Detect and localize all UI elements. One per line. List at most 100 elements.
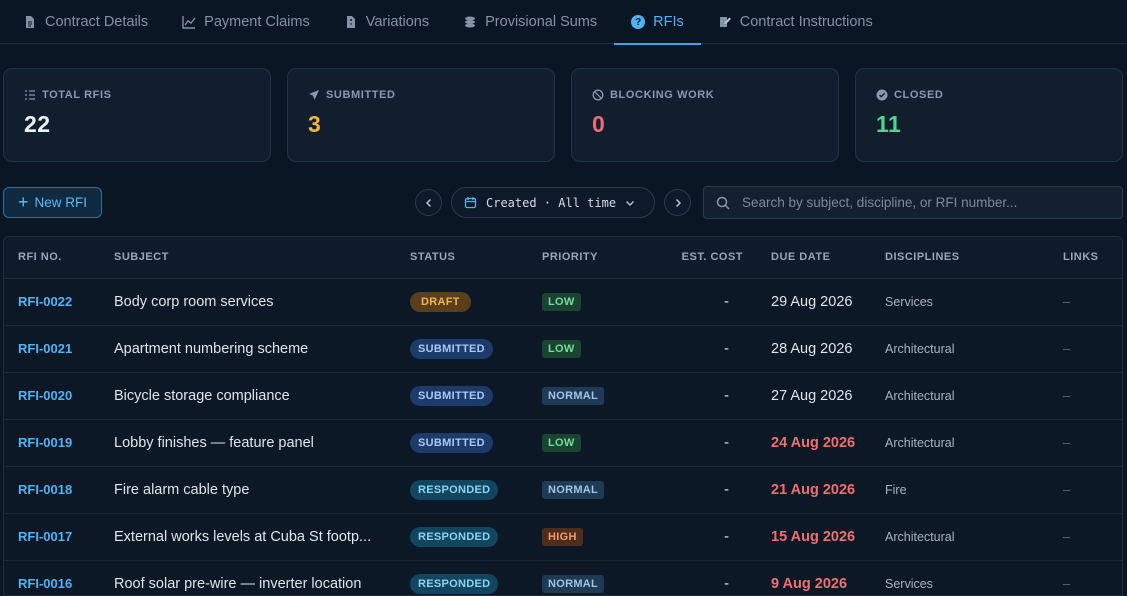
tab-variations[interactable]: Variations — [327, 0, 446, 44]
links-cell: – — [1063, 529, 1071, 544]
search-input[interactable] — [742, 195, 1102, 210]
subject-cell: Bicycle storage compliance — [114, 387, 290, 404]
send-icon — [309, 90, 319, 100]
est-cost-cell: - — [724, 387, 729, 404]
rfi-number-cell: RFI-0016 — [4, 560, 114, 595]
due-date-cell: 24 Aug 2026 — [771, 434, 856, 451]
calendar-icon — [464, 197, 477, 209]
rfi-number-link[interactable]: RFI-0020 — [18, 388, 72, 403]
table-row[interactable]: RFI-0020 Bicycle storage compliance SUBMIT… — [4, 372, 1122, 419]
stat-value: 3 — [308, 111, 322, 137]
table-row[interactable]: RFI-0021 Apartment numbering scheme SUBMIT… — [4, 325, 1122, 372]
tab-label: Contract Details — [45, 14, 149, 30]
priority-cell: LOW — [542, 419, 663, 466]
table-row[interactable]: RFI-0019 Lobby finishes — feature panel SU… — [4, 419, 1122, 466]
status-cell: RESPONDED — [410, 513, 542, 560]
est-cost-cell: - — [724, 575, 729, 592]
priority-cell: NORMAL — [542, 560, 663, 595]
links-cell: – — [1063, 294, 1071, 309]
est-cost-cell: - — [724, 340, 729, 357]
subject-cell: Body corp room services — [114, 293, 274, 310]
rfi-number-cell: RFI-0020 — [4, 372, 114, 419]
links-cell: – — [1063, 576, 1071, 591]
date-filter-label: Created · All time — [486, 195, 617, 210]
file-diff-icon — [346, 16, 355, 28]
stat-card-total-rfis: TOTAL RFIS 22 — [3, 68, 271, 162]
priority-badge: NORMAL — [542, 386, 605, 405]
rfi-number-link[interactable]: RFI-0021 — [18, 341, 72, 356]
search-box — [703, 186, 1123, 219]
priority-badge: LOW — [542, 292, 581, 311]
column-header-due-date[interactable]: DUE DATE — [753, 237, 885, 279]
column-header-subject[interactable]: SUBJECT — [114, 237, 410, 279]
table-row[interactable]: RFI-0022 Body corp room services DRAFT LOW -… — [4, 278, 1122, 325]
rfi-number-link[interactable]: RFI-0019 — [18, 435, 72, 450]
new-rfi-button[interactable]: + New RFI — [3, 187, 102, 218]
column-header-disciplines[interactable]: DISCIPLINES — [885, 237, 1063, 279]
next-period-button[interactable] — [664, 189, 691, 216]
est-cost-cell: - — [724, 481, 729, 498]
document-icon — [26, 16, 34, 28]
priority-cell: NORMAL — [542, 372, 663, 419]
subject-cell: External works levels at Cuba St footp..… — [114, 528, 372, 545]
subject-cell: Fire alarm cable type — [114, 481, 250, 498]
column-header-status[interactable]: STATUS — [410, 237, 542, 279]
table-row[interactable]: RFI-0017 External works levels at Cuba St… — [4, 513, 1122, 560]
status-badge: RESPONDED — [410, 479, 499, 500]
links-cell: – — [1063, 388, 1071, 403]
priority-badge: LOW — [542, 339, 581, 358]
stat-label: BLOCKING WORK — [610, 89, 715, 101]
edit-document-icon — [719, 17, 731, 27]
tab-contract-details[interactable]: Contract Details — [6, 0, 165, 44]
chevron-down-icon — [626, 200, 635, 206]
rfi-number-cell: RFI-0017 — [4, 513, 114, 560]
priority-cell: HIGH — [542, 513, 663, 560]
stat-value: 22 — [24, 111, 51, 137]
rfi-number-cell: RFI-0018 — [4, 466, 114, 513]
search-icon — [716, 196, 730, 210]
status-badge: SUBMITTED — [410, 385, 493, 406]
column-header-links[interactable]: LINKS — [1063, 237, 1122, 279]
chevron-left-icon — [425, 198, 431, 207]
rfi-number-link[interactable]: RFI-0017 — [18, 529, 72, 544]
check-circle-icon — [876, 89, 888, 101]
status-cell: RESPONDED — [410, 466, 542, 513]
column-header-rfi-no[interactable]: RFI NO. — [4, 237, 114, 279]
tab-payment-claims[interactable]: Payment Claims — [165, 0, 327, 44]
rfi-number-cell: RFI-0019 — [4, 419, 114, 466]
chevron-right-icon — [675, 198, 681, 207]
tab-rfis[interactable]: ? RFIs — [614, 0, 701, 45]
est-cost-cell: - — [724, 293, 729, 310]
prev-period-button[interactable] — [415, 189, 442, 216]
table-row[interactable]: RFI-0016 Roof solar pre-wire — inverter l… — [4, 560, 1122, 595]
discipline-cell: Fire — [885, 482, 907, 497]
due-date-cell: 15 Aug 2026 — [771, 528, 856, 545]
date-filter-dropdown[interactable]: Created · All time — [451, 187, 655, 218]
due-date-cell: 21 Aug 2026 — [771, 481, 856, 498]
discipline-cell: Architectural — [885, 435, 955, 450]
tab-bar: Contract Details Payment Claims Variatio… — [0, 0, 1127, 45]
column-header-priority[interactable]: PRIORITY — [542, 237, 663, 279]
rfi-number-link[interactable]: RFI-0018 — [18, 482, 72, 497]
tab-label: Contract Instructions — [739, 14, 873, 30]
stat-label: CLOSED — [894, 89, 944, 101]
status-badge: DRAFT — [410, 291, 471, 312]
tab-contract-instructions[interactable]: Contract Instructions — [701, 0, 890, 44]
status-badge: SUBMITTED — [410, 432, 493, 453]
rfi-table: RFI NO. SUBJECT STATUS PRIORITY EST. COS… — [3, 236, 1123, 596]
subject-cell: Lobby finishes — feature panel — [114, 434, 314, 451]
table-row[interactable]: RFI-0018 Fire alarm cable type RESPONDED NO… — [4, 466, 1122, 513]
stat-value: 0 — [592, 111, 606, 137]
priority-cell: LOW — [542, 325, 663, 372]
new-rfi-label: New RFI — [34, 195, 88, 210]
tab-label: Payment Claims — [204, 14, 310, 30]
rfi-number-link[interactable]: RFI-0022 — [18, 294, 72, 309]
table-header-row: RFI NO. SUBJECT STATUS PRIORITY EST. COS… — [4, 237, 1122, 279]
rfi-number-link[interactable]: RFI-0016 — [18, 576, 72, 591]
tab-provisional-sums[interactable]: Provisional Sums — [446, 0, 614, 44]
est-cost-cell: - — [724, 528, 729, 545]
column-header-est-cost[interactable]: EST. COST — [663, 237, 753, 279]
subject-cell: Apartment numbering scheme — [114, 340, 309, 357]
chart-line-icon — [182, 16, 196, 29]
discipline-cell: Services — [885, 294, 933, 309]
